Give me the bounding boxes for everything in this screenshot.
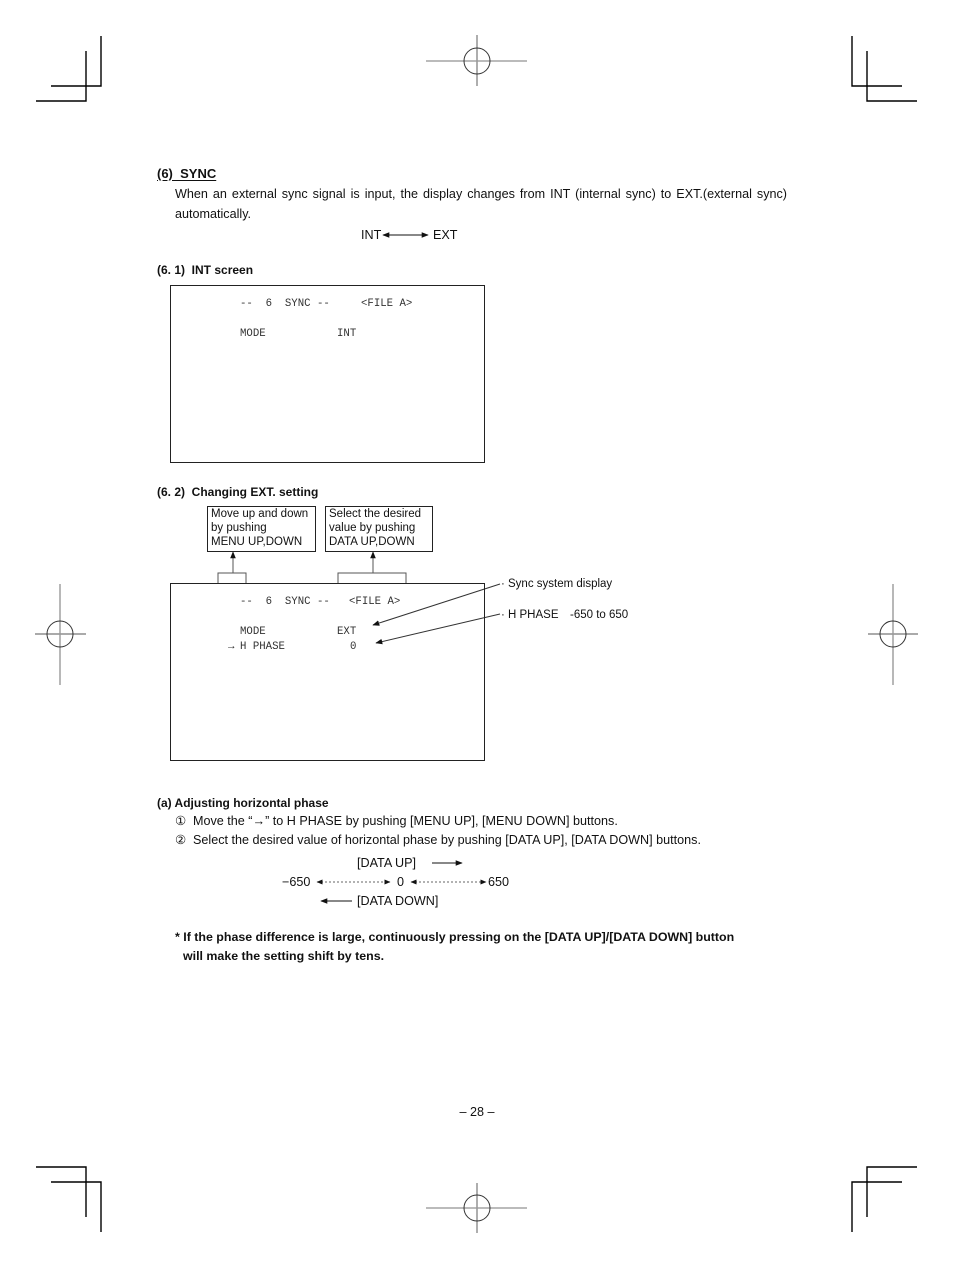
- section-heading: (6) SYNC: [157, 166, 217, 181]
- registration-mark-left: [35, 584, 86, 685]
- int-screen-mode-value: INT: [337, 328, 357, 340]
- int-screen-mode-label: MODE: [240, 328, 266, 340]
- step-2-marker: ②: [175, 833, 187, 847]
- step-2-text: Select the desired value of horizontal p…: [193, 833, 701, 847]
- step-1-marker: ①: [175, 814, 187, 828]
- ext-screen-display: [170, 583, 485, 761]
- registration-mark-bottom: [426, 1183, 527, 1233]
- callout-bracket-data: [337, 572, 407, 583]
- callout-bracket-menu: [217, 572, 247, 583]
- callout-data-line3: DATA UP,DOWN: [329, 536, 415, 548]
- ext-screen-mode-value: EXT: [337, 626, 357, 638]
- range-min-value: −650: [282, 875, 311, 889]
- callout-menu-line2: by pushing: [211, 522, 267, 534]
- int-screen-title: -- 6 SYNC --: [240, 298, 330, 310]
- annotation-hphase-range: -650 to 650: [570, 609, 629, 621]
- annotation-sync-display: Sync system display: [508, 578, 613, 590]
- annotation-hphase-label: H PHASE: [508, 609, 559, 621]
- ext-screen-mode-label: MODE: [240, 626, 266, 638]
- callout-data-line2: value by pushing: [329, 522, 416, 534]
- annotation-bullet: ·: [501, 578, 505, 590]
- range-max-value: 650: [488, 875, 510, 889]
- ext-screen-heading: (6. 2) Changing EXT. setting: [157, 485, 319, 499]
- registration-mark-top: [426, 35, 527, 86]
- annotation-bullet: ·: [501, 609, 505, 621]
- callout-menu-line3: MENU UP,DOWN: [211, 536, 303, 548]
- ext-screen-hphase-value: 0: [350, 641, 357, 653]
- int-screen-display: [170, 285, 485, 463]
- ext-screen-file: <FILE A>: [349, 596, 401, 608]
- ext-screen-hphase-label: H PHASE: [240, 641, 285, 653]
- note-line1: * If the phase difference is large, cont…: [175, 930, 735, 944]
- cursor-arrow-icon: →: [228, 641, 235, 653]
- page-number: – 28 –: [459, 1105, 495, 1119]
- registration-mark-right: [868, 584, 918, 685]
- data-down-label: [DATA DOWN]: [357, 894, 439, 908]
- intro-text-line1: When an external sync signal is input, t…: [175, 187, 787, 201]
- crop-mark-bottom-right: [851, 1166, 917, 1232]
- adjust-heading: (a) Adjusting horizontal phase: [157, 796, 329, 810]
- mode-ext-label: EXT: [433, 228, 458, 242]
- data-up-label: [DATA UP]: [357, 856, 417, 870]
- ext-screen-title: -- 6 SYNC --: [240, 596, 330, 608]
- callout-menu-line1: Move up and down: [211, 508, 309, 520]
- crop-mark-bottom-left: [36, 1166, 102, 1232]
- int-screen-heading: (6. 1) INT screen: [157, 263, 254, 277]
- intro-text-line2: automatically.: [175, 207, 252, 221]
- int-screen-file: <FILE A>: [361, 298, 413, 310]
- step-1-text: Move the “→” to H PHASE by pushing [MENU…: [193, 814, 618, 828]
- mode-int-label: INT: [361, 228, 382, 242]
- range-center-value: 0: [397, 875, 405, 889]
- note-line2: will make the setting shift by tens.: [183, 949, 385, 963]
- crop-mark-top-right: [851, 36, 917, 102]
- crop-mark-top-left: [36, 36, 102, 102]
- callout-data-line1: Select the desired: [329, 508, 422, 520]
